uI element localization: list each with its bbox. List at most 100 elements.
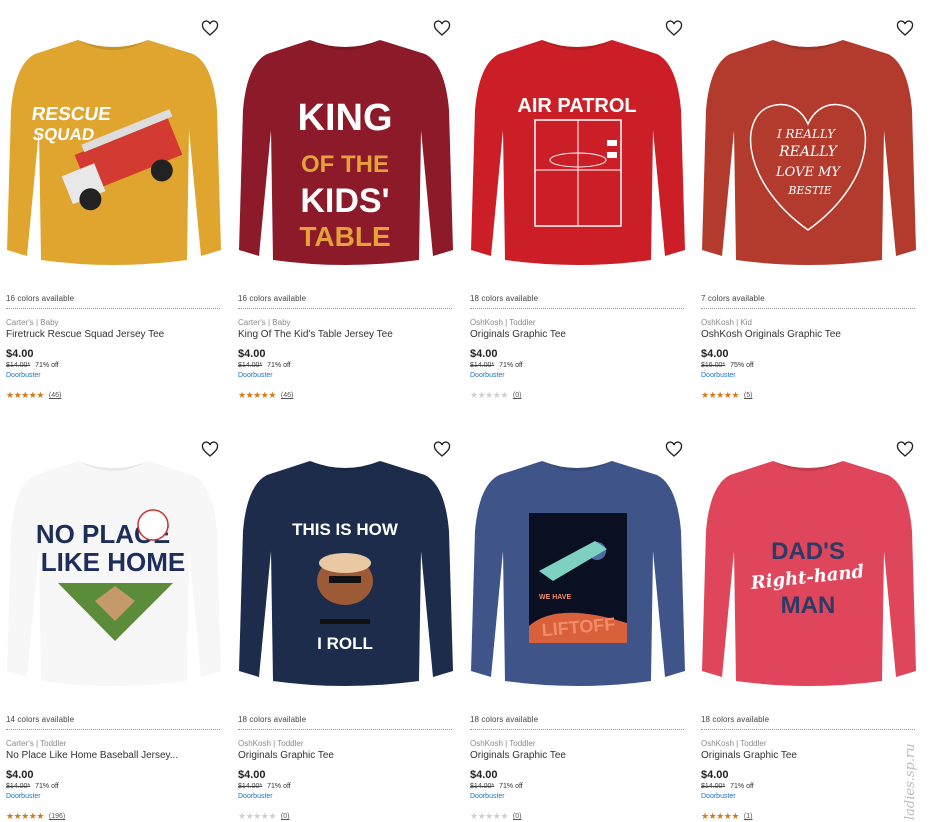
- heart-outline-icon[interactable]: [201, 441, 219, 459]
- product-image[interactable]: WE HAVE LIFTOFF: [467, 421, 687, 706]
- star-icon: ★: [6, 811, 14, 821]
- shirt-image[interactable]: WE HAVE LIFTOFF: [467, 441, 687, 703]
- product-image[interactable]: DAD'S Right-hand MAN: [698, 421, 918, 706]
- discount-label: 71% off: [730, 783, 754, 790]
- svg-text:LIKE HOME: LIKE HOME: [41, 547, 185, 577]
- product-card[interactable]: WE HAVE LIFTOFF 18 colors available OshK…: [467, 421, 687, 821]
- product-card[interactable]: I REALLY REALLY LOVE MY BESTIE 7 colors …: [698, 0, 918, 400]
- review-count[interactable]: (1): [744, 813, 753, 820]
- review-count[interactable]: (0): [513, 813, 522, 820]
- product-name[interactable]: OshKosh Originals Graphic Tee: [701, 329, 915, 340]
- review-count[interactable]: (0): [281, 813, 290, 820]
- colors-available[interactable]: 18 colors available: [701, 715, 769, 724]
- original-price: $14.00*: [6, 783, 31, 790]
- product-brand: OshKosh | Toddler: [238, 739, 304, 748]
- svg-text:BESTIE: BESTIE: [787, 184, 831, 197]
- star-icon: ★: [716, 390, 724, 400]
- discount-label: 71% off: [267, 783, 291, 790]
- shirt-image[interactable]: DAD'S Right-hand MAN: [698, 441, 918, 703]
- product-image[interactable]: KING OF THE KIDS' TABLE: [235, 0, 455, 285]
- shirt-image[interactable]: THIS IS HOW I ROLL: [235, 441, 455, 703]
- sale-price: $4.00: [238, 348, 266, 360]
- product-card[interactable]: DAD'S Right-hand MAN 18 colors available…: [698, 421, 918, 821]
- svg-text:THIS IS HOW: THIS IS HOW: [292, 520, 399, 539]
- shirt-image[interactable]: RESCUE SQUAD: [3, 20, 223, 282]
- product-grid: RESCUE SQUAD 16 colors available Carter'…: [0, 0, 933, 822]
- discount-label: 71% off: [35, 783, 59, 790]
- colors-available[interactable]: 16 colors available: [6, 294, 74, 303]
- product-name[interactable]: Originals Graphic Tee: [701, 750, 915, 761]
- product-name[interactable]: Originals Graphic Tee: [470, 750, 684, 761]
- colors-available[interactable]: 18 colors available: [470, 715, 538, 724]
- rating[interactable]: ★★★★★ (1): [701, 811, 752, 822]
- svg-text:OF THE: OF THE: [301, 151, 389, 178]
- review-count[interactable]: (46): [281, 392, 293, 399]
- heart-outline-icon[interactable]: [201, 20, 219, 38]
- rating[interactable]: ★★★★★ (46): [6, 390, 61, 401]
- product-name[interactable]: Firetruck Rescue Squad Jersey Tee: [6, 329, 220, 340]
- rating[interactable]: ★★★★★ (0): [470, 390, 521, 401]
- star-icon: ★: [731, 390, 739, 400]
- original-price: $14.00*: [238, 783, 263, 790]
- heart-outline-icon[interactable]: [665, 441, 683, 459]
- colors-available[interactable]: 18 colors available: [470, 294, 538, 303]
- star-icon: ★: [238, 811, 246, 821]
- shirt-image[interactable]: KING OF THE KIDS' TABLE: [235, 20, 455, 282]
- colors-available[interactable]: 7 colors available: [701, 294, 765, 303]
- product-name[interactable]: No Place Like Home Baseball Jersey...: [6, 750, 220, 761]
- sale-price: $4.00: [6, 348, 34, 360]
- product-card[interactable]: NO PLACE LIKE HOME 14 colors available C…: [3, 421, 223, 821]
- star-icon: ★: [268, 811, 276, 821]
- colors-available[interactable]: 14 colors available: [6, 715, 74, 724]
- shirt-image[interactable]: I REALLY REALLY LOVE MY BESTIE: [698, 20, 918, 282]
- heart-outline-icon[interactable]: [433, 441, 451, 459]
- discount-label: 75% off: [730, 362, 754, 369]
- review-count[interactable]: (196): [49, 813, 65, 820]
- promo-label: Doorbuster: [701, 372, 736, 379]
- svg-text:SQUAD: SQUAD: [32, 125, 96, 144]
- star-icon: ★: [701, 390, 709, 400]
- colors-available[interactable]: 16 colors available: [238, 294, 306, 303]
- heart-outline-icon[interactable]: [433, 20, 451, 38]
- product-brand: OshKosh | Toddler: [701, 739, 767, 748]
- product-image[interactable]: NO PLACE LIKE HOME: [3, 421, 223, 706]
- review-count[interactable]: (5): [744, 392, 753, 399]
- discount-label: 71% off: [267, 362, 291, 369]
- rating[interactable]: ★★★★★ (196): [6, 811, 65, 822]
- product-name[interactable]: Originals Graphic Tee: [238, 750, 452, 761]
- product-card[interactable]: AIR PATROL 18 colors available OshKosh |…: [467, 0, 687, 400]
- heart-outline-icon[interactable]: [896, 20, 914, 38]
- shirt-image[interactable]: AIR PATROL: [467, 20, 687, 282]
- product-card[interactable]: RESCUE SQUAD 16 colors available Carter'…: [3, 0, 223, 400]
- product-card[interactable]: KING OF THE KIDS' TABLE 16 colors availa…: [235, 0, 455, 400]
- heart-outline-icon[interactable]: [665, 20, 683, 38]
- divider: [238, 308, 452, 309]
- price-details: $14.00* 71% off: [6, 783, 59, 790]
- star-icon: ★: [36, 390, 44, 400]
- heart-outline-icon[interactable]: [896, 441, 914, 459]
- star-icon: ★: [6, 390, 14, 400]
- product-name[interactable]: King Of The Kid's Table Jersey Tee: [238, 329, 452, 340]
- shirt-image[interactable]: NO PLACE LIKE HOME: [3, 441, 223, 703]
- svg-text:WE HAVE: WE HAVE: [539, 594, 571, 601]
- rating[interactable]: ★★★★★ (0): [470, 811, 521, 822]
- product-image[interactable]: THIS IS HOW I ROLL: [235, 421, 455, 706]
- rating[interactable]: ★★★★★ (46): [238, 390, 293, 401]
- divider: [6, 308, 220, 309]
- product-image[interactable]: RESCUE SQUAD: [3, 0, 223, 285]
- discount-label: 71% off: [499, 362, 523, 369]
- review-count[interactable]: (46): [49, 392, 61, 399]
- rating[interactable]: ★★★★★ (5): [701, 390, 752, 401]
- product-brand: OshKosh | Toddler: [470, 318, 536, 327]
- discount-label: 71% off: [499, 783, 523, 790]
- product-card[interactable]: THIS IS HOW I ROLL 18 colors available O…: [235, 421, 455, 821]
- review-count[interactable]: (0): [513, 392, 522, 399]
- promo-label: Doorbuster: [238, 372, 273, 379]
- colors-available[interactable]: 18 colors available: [238, 715, 306, 724]
- original-price: $14.00*: [470, 783, 495, 790]
- product-image[interactable]: AIR PATROL: [467, 0, 687, 285]
- product-image[interactable]: I REALLY REALLY LOVE MY BESTIE: [698, 0, 918, 285]
- product-name[interactable]: Originals Graphic Tee: [470, 329, 684, 340]
- promo-label: Doorbuster: [6, 372, 41, 379]
- rating[interactable]: ★★★★★ (0): [238, 811, 289, 822]
